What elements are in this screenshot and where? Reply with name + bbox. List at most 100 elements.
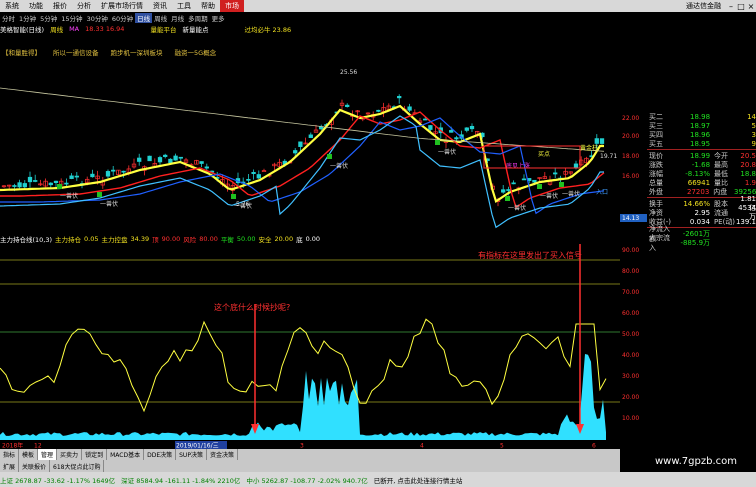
signal-marker [537, 184, 542, 189]
quote-row: 买五 18.95 9 [647, 139, 756, 148]
candle-body [137, 157, 142, 162]
candle-body [397, 95, 402, 99]
period-item-1[interactable]: 1分钟 [17, 13, 38, 23]
price-axis-label-1: 20.00 [622, 133, 639, 140]
toolbar-item-3[interactable]: 买卖力 [57, 449, 83, 460]
period-item-6[interactable]: 日线 [135, 12, 153, 23]
indicator-name[interactable]: 主力持仓线(10,3) [0, 234, 52, 244]
candle-body [48, 182, 53, 186]
concept-tab-1[interactable]: 所以一通信设备 [51, 47, 101, 57]
toolbar-item-8[interactable]: 资金决策 [207, 449, 238, 460]
minimize-icon[interactable]: – [726, 1, 736, 11]
concept-tab-3[interactable]: 融资一5G概念 [173, 47, 219, 57]
candle-body [69, 175, 74, 179]
period-item-2[interactable]: 5分钟 [38, 13, 59, 23]
menu-item-5[interactable]: 资讯 [148, 0, 172, 12]
oscillator-line [0, 318, 607, 413]
period-item-5[interactable]: 60分钟 [110, 13, 135, 23]
chart-title-bar: 美格智能(日线) 周线 MA 18.33 16.94 量能平台 新量能点 过均必… [0, 23, 620, 34]
candle-body [298, 141, 303, 147]
candle-body [168, 158, 173, 164]
candle-body [17, 182, 22, 188]
maximize-icon[interactable]: □ [736, 1, 746, 11]
candle-body [246, 178, 251, 181]
toolbar-item-7[interactable]: SUP决策 [176, 449, 207, 460]
menu-item-6[interactable]: 工具 [172, 0, 196, 12]
candle-body [105, 171, 111, 177]
indicator-toolbar: 指标 模板 管理 买卖力 锁定到 MACD基本 DDE决策 SUP决策 资金决策 [0, 449, 620, 460]
candle-body [178, 156, 183, 159]
quote-value: 27203 [687, 187, 710, 196]
indicator-axis-label-0: 90.00 [622, 247, 639, 254]
quote-value-2: 139.1 [735, 217, 756, 226]
mark-label-4: 一兽伏 [438, 148, 456, 156]
period-item-4[interactable]: 30分钟 [85, 13, 110, 23]
toolbar-item-6[interactable]: DDE决策 [144, 449, 177, 460]
price-axis-label-4: 14.13 [622, 215, 639, 222]
toolbar2-item-0[interactable]: 扩展 [0, 460, 20, 472]
period-item-9[interactable]: 多周期 [186, 13, 210, 23]
indicator-axis-label-5: 40.00 [622, 352, 639, 359]
candle-body [532, 179, 537, 183]
indicator-param-label-6: 底 [296, 236, 303, 244]
status-item-3[interactable]: 已断开, 点击此处连接行情主站 [374, 475, 463, 485]
flag-label-3: 入口 [596, 189, 608, 196]
menu-item-7[interactable]: 帮助 [196, 0, 220, 12]
toolbar-item-2[interactable]: 管理 [38, 449, 58, 460]
period-item-0[interactable]: 分时 [0, 13, 17, 23]
flag-label-1: 买点 [538, 150, 550, 158]
menu-item-2[interactable]: 报价 [48, 0, 72, 12]
toolbar-item-5[interactable]: MACD基本 [107, 449, 145, 460]
indicator-axis: 90.00 80.00 70.00 60.00 50.00 40.00 30.00 20.00… [622, 247, 639, 422]
candle-body [74, 175, 79, 178]
indicator-param-label-4: 平衡 [220, 236, 234, 244]
candle-body [199, 161, 204, 164]
price-label-2: 19.71 [600, 153, 617, 160]
annotation-left: 这个底什么时候抄呢? [214, 302, 290, 312]
period-item-7[interactable]: 周线 [152, 13, 169, 23]
indicator-param-value-0: 0.05 [84, 235, 99, 243]
mark-label-7: 一兽伏 [562, 190, 580, 198]
ma-red-line [0, 111, 605, 209]
toolbar-item-1[interactable]: 模板 [19, 449, 39, 460]
indicator-param-label-1: 主力控盘 [101, 236, 128, 244]
quote-value: 18.99 [689, 151, 711, 160]
menu-item-3[interactable]: 分析 [72, 0, 96, 12]
quote-value: 18.95 [689, 139, 711, 148]
indicator-param-label-3: 风险 [183, 236, 197, 244]
indicator-axis-label-1: 80.00 [622, 268, 639, 275]
concept-tab-2[interactable]: 跑步机一深圳板块 [109, 47, 165, 57]
ma-yellow-line [0, 104, 604, 204]
kline-chart[interactable]: 25.565.7619.71一兽伏一兽伏 一兽伏一兽伏一兽伏一兽伏一兽伏 一兽伏底见… [0, 58, 620, 230]
concept-tab-0[interactable]: 【和量胜得】 [0, 47, 43, 57]
quote-value: 18.98 [689, 112, 711, 121]
menu-item-1[interactable]: 功能 [24, 0, 48, 12]
close-icon[interactable]: × [746, 1, 756, 11]
status-item-2: 中小 5262.87 -108.77 -2.02% 940.7亿 [246, 476, 368, 485]
candle-body [594, 138, 599, 144]
stock-title[interactable]: 美格智能(日线) [0, 24, 44, 34]
mark-label-0: 一兽伏 [60, 192, 78, 200]
period-item-3[interactable]: 15分钟 [59, 13, 84, 23]
brand-label: 通达信金融 [686, 2, 721, 10]
menu-item-0[interactable]: 系统 [0, 0, 24, 12]
quote-value-2: 1.9 [744, 178, 756, 187]
mark-label-1: 一兽伏 [100, 200, 118, 208]
quote-row: 大宗流入 -885.9万 [647, 234, 756, 252]
status-bar: 上证 2678.87 -33.62 -1.17% 1649亿 深证 8584.94… [0, 472, 756, 487]
candle-body [22, 183, 27, 188]
indicator-chart[interactable]: 这个底什么时候抄呢? 有指标在这里发出了买入信号 [0, 244, 620, 440]
toolbar-item-4[interactable]: 锁定到 [82, 449, 108, 460]
toolbar2-item-1[interactable]: 关联报价 [19, 460, 51, 472]
indicator-param-value-1: 34.39 [130, 235, 150, 243]
period-item-8[interactable]: 月线 [169, 13, 186, 23]
menu-item-8[interactable]: 市场 [220, 0, 244, 12]
price-axis-label-3: 16.00 [622, 173, 639, 180]
toolbar2-item-2[interactable]: 618大促点此订购 [50, 460, 105, 472]
period-item-10[interactable]: 更多 [210, 13, 227, 23]
menu-item-4[interactable]: 扩展市场行情 [96, 0, 148, 12]
toolbar-item-0[interactable]: 指标 [0, 449, 20, 460]
quote-panel: 买二 18.98 14 买三 18.97 5 买四 18.96 3 买五 18.95 9 现价 18.99… [647, 112, 756, 277]
candle-body [53, 180, 59, 184]
signal-marker [505, 196, 510, 201]
